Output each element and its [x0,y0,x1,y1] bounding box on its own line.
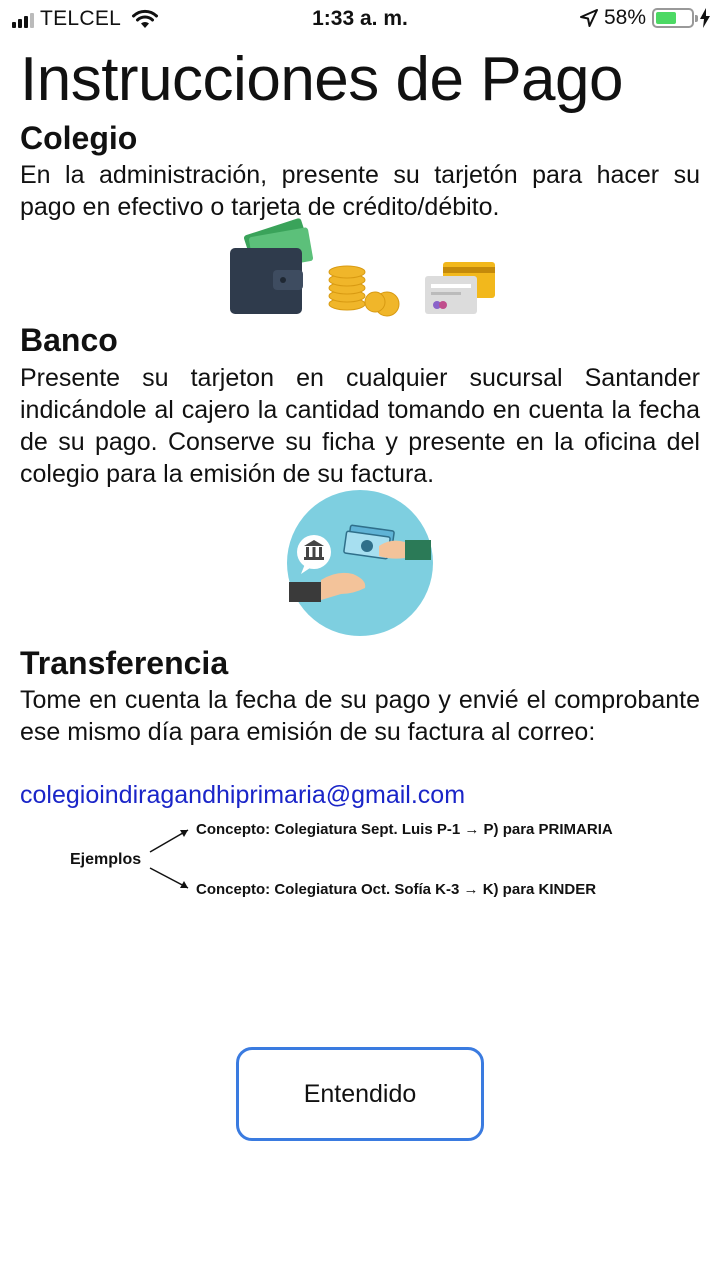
status-bar: TELCEL 1:33 a. m. 58% [0,0,720,40]
battery-percentage: 58% [603,6,646,29]
section-text-banco: Presente su tarjeton en cualquier sucurs… [20,364,700,488]
page-title: Instrucciones de Pago [20,45,624,114]
example-line-primaria: Concepto: Colegiatura Sept. Luis P-1 → P… [196,821,613,838]
examples-label: Ejemplos [70,851,141,868]
bank-transaction-illustration [287,490,433,636]
example-line-kinder: Concepto: Colegiatura Oct. Sofía K-3 → K… [196,881,596,898]
example-arrow-down [149,867,189,889]
charging-bolt-icon [700,8,710,28]
section-title-transferencia: Transferencia [20,645,229,681]
wallet-icon [230,218,314,314]
examples-diagram: Ejemplos Concepto: Colegiatura Sept. Lui… [70,821,613,898]
section-title-banco: Banco [20,322,118,358]
payment-methods-illustration [230,218,495,317]
example-arrow-up [149,829,189,853]
section-text-transferencia: Tome en cuenta la fecha de su pago y env… [20,686,700,746]
section-text-colegio: En la administración, presente su tarjet… [20,161,700,221]
location-arrow-icon [579,9,598,27]
understood-button[interactable]: Entendido [236,1047,484,1141]
credit-card-icon [425,262,495,314]
coins-icon [328,265,400,317]
giving-hand-icon [379,540,431,560]
status-right: 58% [579,6,710,30]
section-title-colegio: Colegio [20,120,138,156]
email-link[interactable]: colegioindiragandhiprimaria@gmail.com [20,781,465,810]
battery-icon [652,8,698,28]
